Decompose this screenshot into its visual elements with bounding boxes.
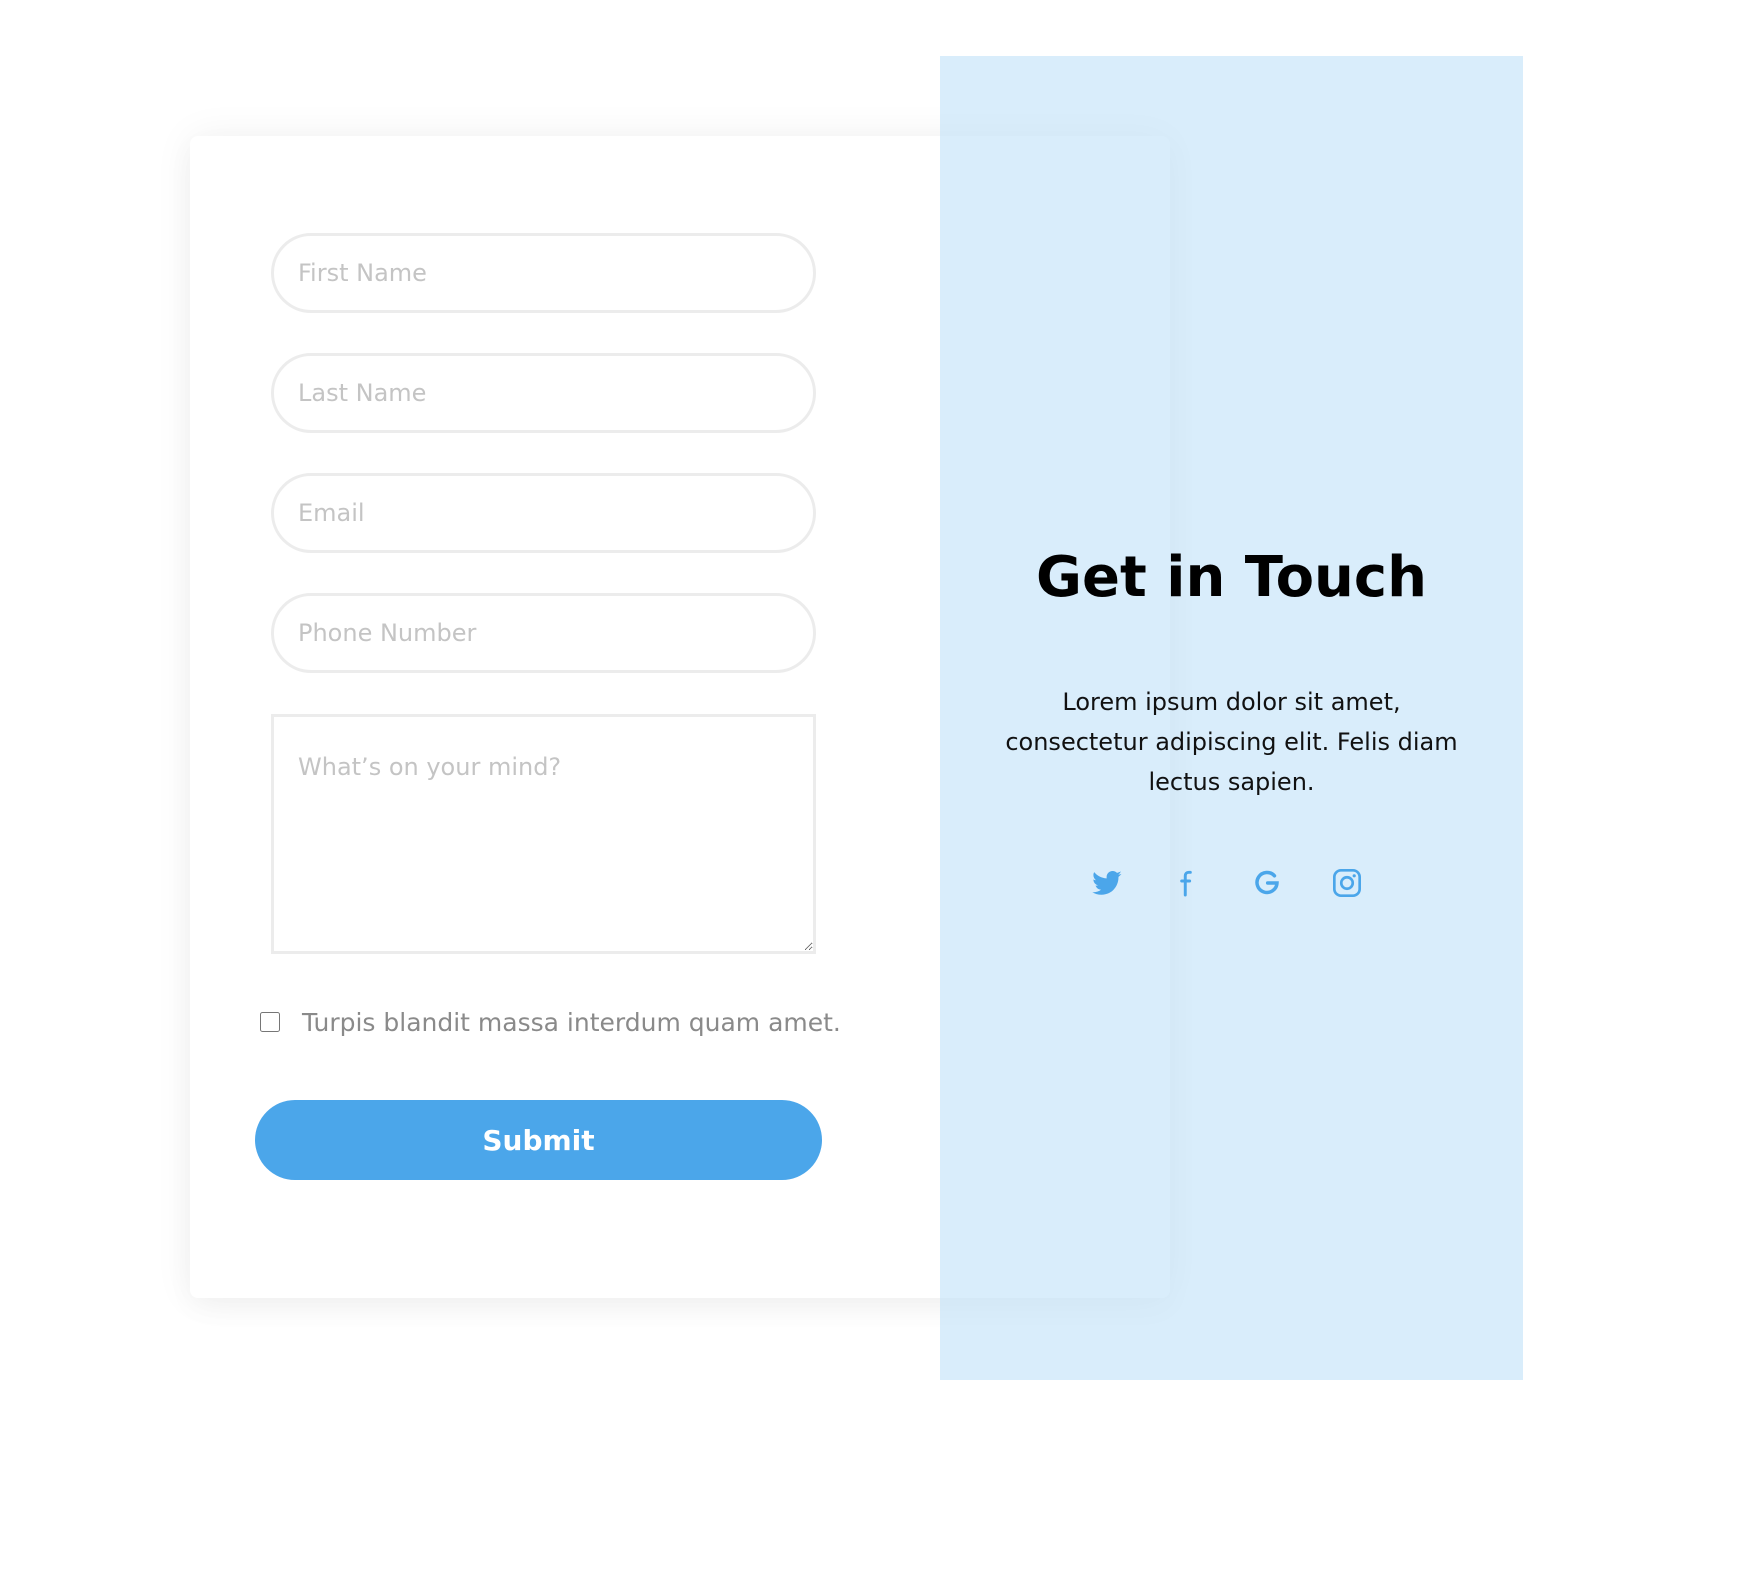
first-name-input[interactable] — [271, 233, 816, 313]
message-textarea[interactable] — [271, 714, 816, 954]
email-input[interactable] — [271, 473, 816, 553]
google-icon[interactable] — [1250, 866, 1284, 900]
social-links — [1090, 866, 1364, 900]
phone-number-input[interactable] — [271, 593, 816, 673]
consent-row[interactable]: Turpis blandit massa interdum quam amet. — [260, 1004, 841, 1040]
twitter-icon-glyph — [1092, 871, 1122, 895]
facebook-icon[interactable] — [1170, 866, 1204, 900]
panel-description: Lorem ipsum dolor sit amet, consectetur … — [1005, 688, 1458, 796]
facebook-icon-glyph — [1180, 870, 1192, 897]
google-icon-glyph — [1255, 870, 1279, 895]
instagram-icon[interactable] — [1330, 866, 1364, 900]
consent-label: Turpis blandit massa interdum quam amet. — [302, 1007, 841, 1037]
submit-button[interactable]: Submit — [255, 1100, 822, 1180]
last-name-input[interactable] — [271, 353, 816, 433]
contact-section: Turpis blandit massa interdum quam amet.… — [0, 0, 1754, 1574]
instagram-icon-glyph — [1333, 869, 1361, 897]
twitter-icon[interactable] — [1090, 866, 1124, 900]
consent-checkbox[interactable] — [260, 1012, 280, 1032]
panel-title: Get in Touch — [1036, 545, 1427, 610]
